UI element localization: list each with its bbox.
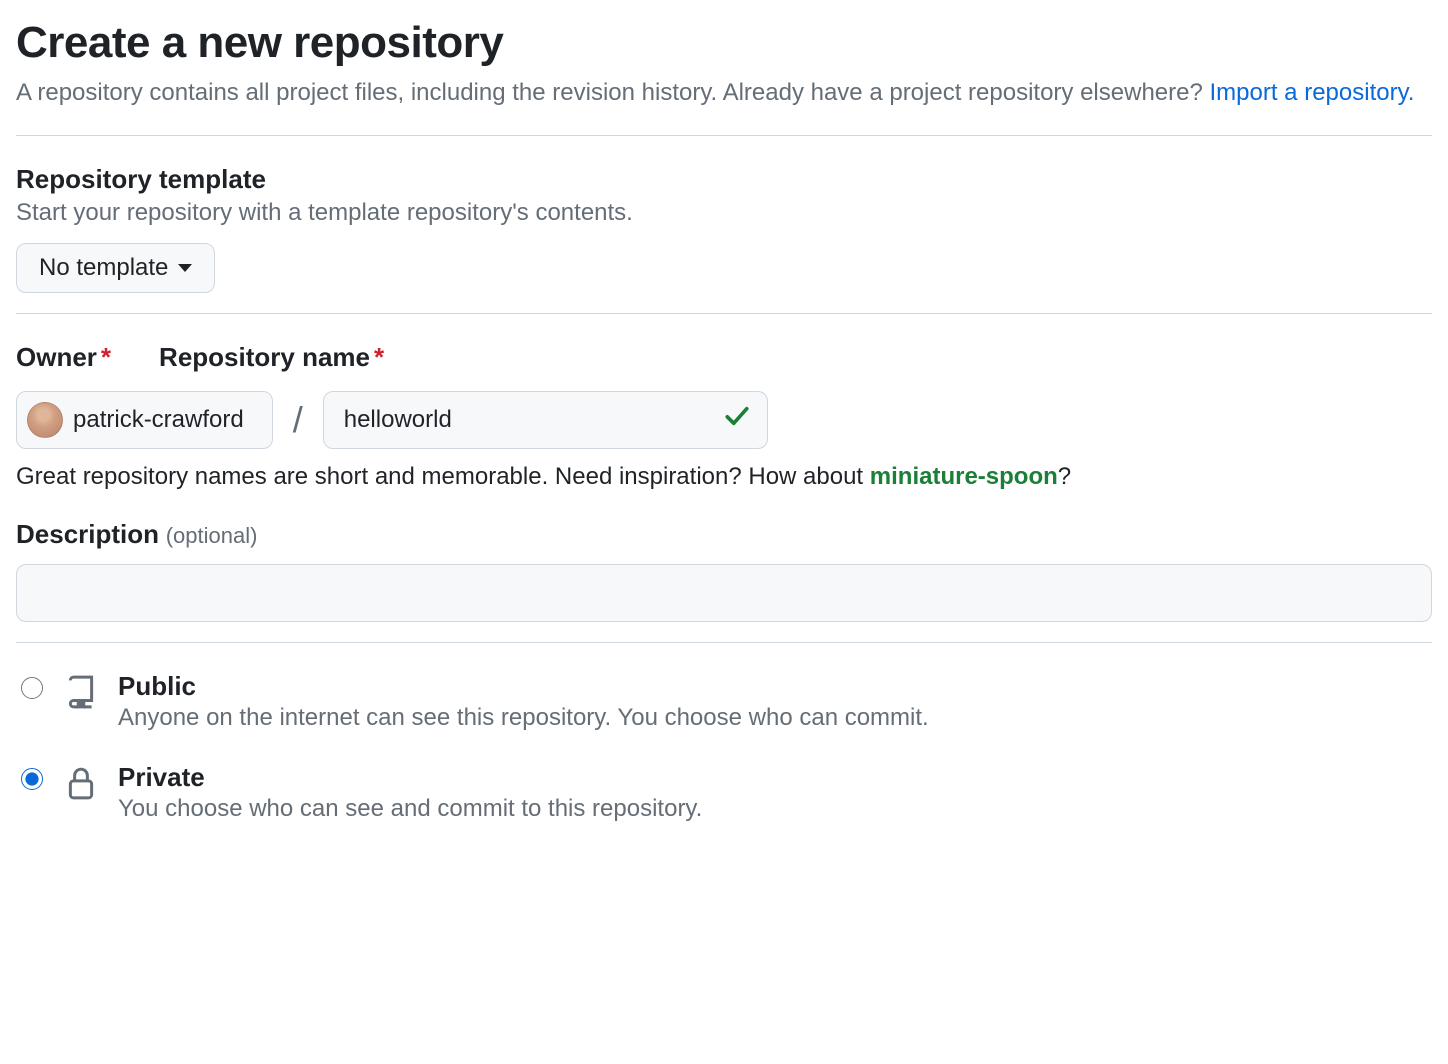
visibility-public-option[interactable]: Public Anyone on the internet can see th… xyxy=(16,671,1432,732)
subtitle-text: A repository contains all project files,… xyxy=(16,79,1210,106)
owner-username: patrick-crawford xyxy=(73,406,244,434)
repo-name-input[interactable] xyxy=(323,391,768,449)
avatar xyxy=(27,402,63,438)
chevron-down-icon xyxy=(178,264,192,272)
template-label: Repository template xyxy=(16,164,1432,195)
description-input[interactable] xyxy=(16,564,1432,622)
owner-select-button[interactable]: patrick-crawford xyxy=(16,391,273,449)
page-subtitle: A repository contains all project files,… xyxy=(16,76,1432,111)
slash-separator: / xyxy=(293,399,303,441)
import-repository-link[interactable]: Import a repository. xyxy=(1210,79,1415,106)
template-select-button[interactable]: No template xyxy=(16,243,215,293)
repo-icon xyxy=(64,673,100,718)
required-mark: * xyxy=(101,342,111,372)
divider xyxy=(16,642,1432,643)
visibility-public-title: Public xyxy=(118,671,929,702)
required-mark: * xyxy=(374,342,384,372)
template-helper: Start your repository with a template re… xyxy=(16,199,1432,227)
template-select-value: No template xyxy=(39,254,168,282)
visibility-private-radio[interactable] xyxy=(21,768,43,790)
lock-icon xyxy=(64,764,100,809)
repo-name-label: Repository name* xyxy=(159,342,384,373)
visibility-public-radio[interactable] xyxy=(21,677,43,699)
visibility-private-title: Private xyxy=(118,762,702,793)
visibility-private-desc: You choose who can see and commit to thi… xyxy=(118,795,702,823)
owner-label: Owner* xyxy=(16,342,111,373)
divider xyxy=(16,135,1432,136)
visibility-public-desc: Anyone on the internet can see this repo… xyxy=(118,704,929,732)
repo-name-hint: Great repository names are short and mem… xyxy=(16,463,1432,491)
divider xyxy=(16,313,1432,314)
optional-tag: (optional) xyxy=(166,523,258,548)
description-label: Description (optional) xyxy=(16,519,1432,550)
repo-name-suggestion[interactable]: miniature-spoon xyxy=(870,463,1058,490)
check-icon xyxy=(724,403,750,436)
visibility-private-option[interactable]: Private You choose who can see and commi… xyxy=(16,762,1432,823)
page-title: Create a new repository xyxy=(16,18,1432,68)
